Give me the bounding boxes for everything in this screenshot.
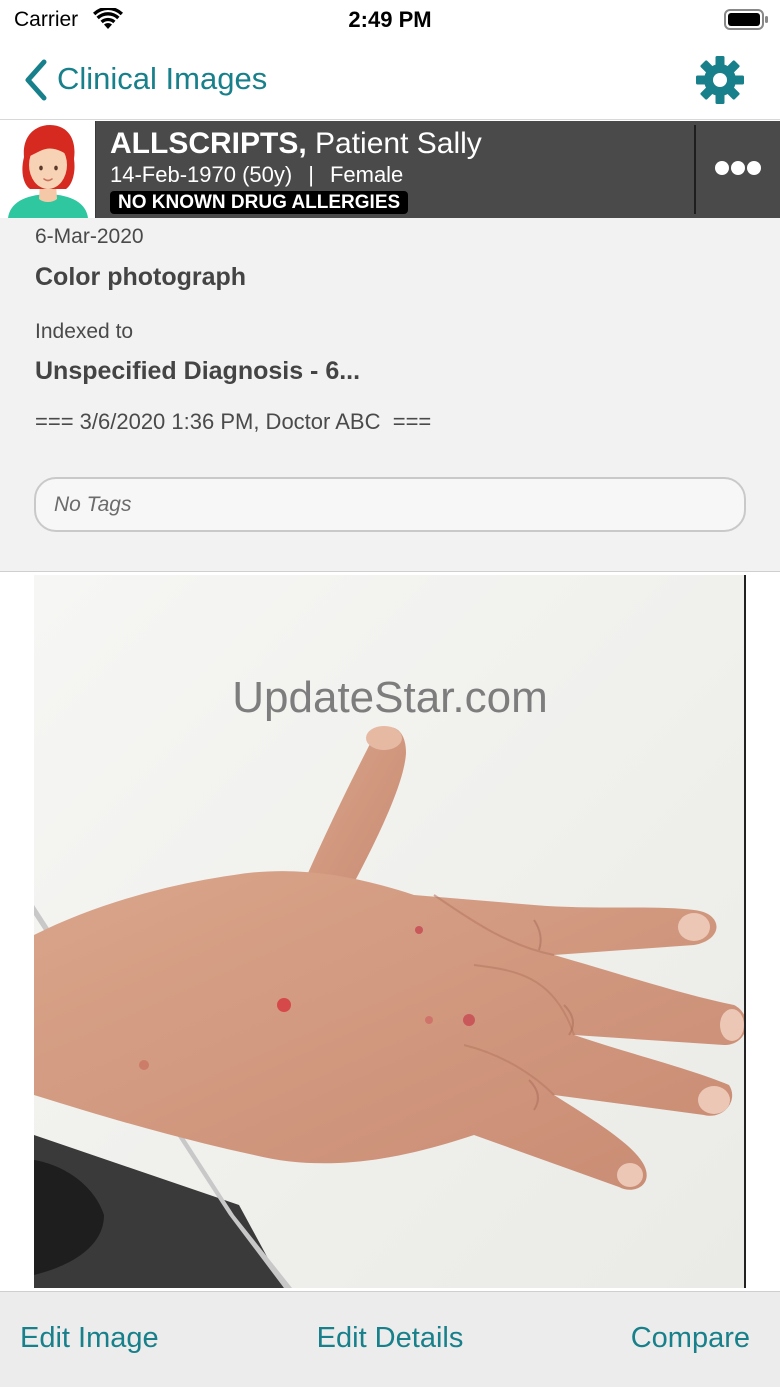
gear-icon[interactable]	[695, 55, 745, 105]
image-type: Color photograph	[35, 263, 247, 291]
more-dot	[731, 161, 745, 175]
indexed-to-label: Indexed to	[35, 320, 134, 343]
tags-field[interactable]: No Tags	[34, 477, 746, 532]
bottom-toolbar: Edit Image Edit Details Compare	[0, 1291, 780, 1387]
patient-last-name: ALLSCRIPTS,	[110, 127, 307, 160]
more-options-icon[interactable]	[712, 157, 764, 181]
patient-dob: 14-Feb-1970 (50y)	[110, 162, 293, 187]
patient-first-name: Patient Sally	[315, 127, 482, 160]
patient-avatar	[0, 121, 96, 218]
banner-divider	[694, 125, 696, 214]
patient-gender: Female	[329, 162, 404, 187]
image-details-panel: 6-Mar-2020 Color photograph Indexed to U…	[0, 218, 780, 572]
more-dot	[715, 161, 729, 175]
demographics-separator: |	[308, 162, 314, 187]
chevron-left-icon[interactable]	[22, 58, 48, 102]
nav-bar: Clinical Images	[0, 40, 780, 120]
patient-banner[interactable]: ALLSCRIPTS, Patient Sally 14-Feb-1970 (5…	[0, 121, 780, 218]
patient-name: ALLSCRIPTS, Patient Sally	[110, 127, 482, 161]
status-bar: Carrier 2:49 PM	[0, 0, 780, 40]
allergy-badge: NO KNOWN DRUG ALLERGIES	[110, 191, 409, 214]
patient-demographics: 14-Feb-1970 (50y) | Female	[110, 162, 403, 188]
image-date: 6-Mar-2020	[35, 225, 144, 248]
indexed-diagnosis: Unspecified Diagnosis - 6...	[35, 357, 361, 385]
more-dot	[747, 161, 761, 175]
compare-button[interactable]: Compare	[631, 1322, 750, 1355]
clock: 2:49 PM	[348, 7, 432, 32]
battery-icon	[724, 9, 768, 30]
image-watermark: UpdateStar.com	[232, 673, 548, 722]
female-avatar-icon	[8, 125, 88, 218]
tags-placeholder: No Tags	[54, 493, 132, 516]
image-note: === 3/6/2020 1:36 PM, Doctor ABC ===	[35, 409, 432, 434]
clinical-image[interactable]: UpdateStar.com	[34, 575, 746, 1288]
back-button-clinical-images[interactable]: Clinical Images	[57, 61, 267, 97]
